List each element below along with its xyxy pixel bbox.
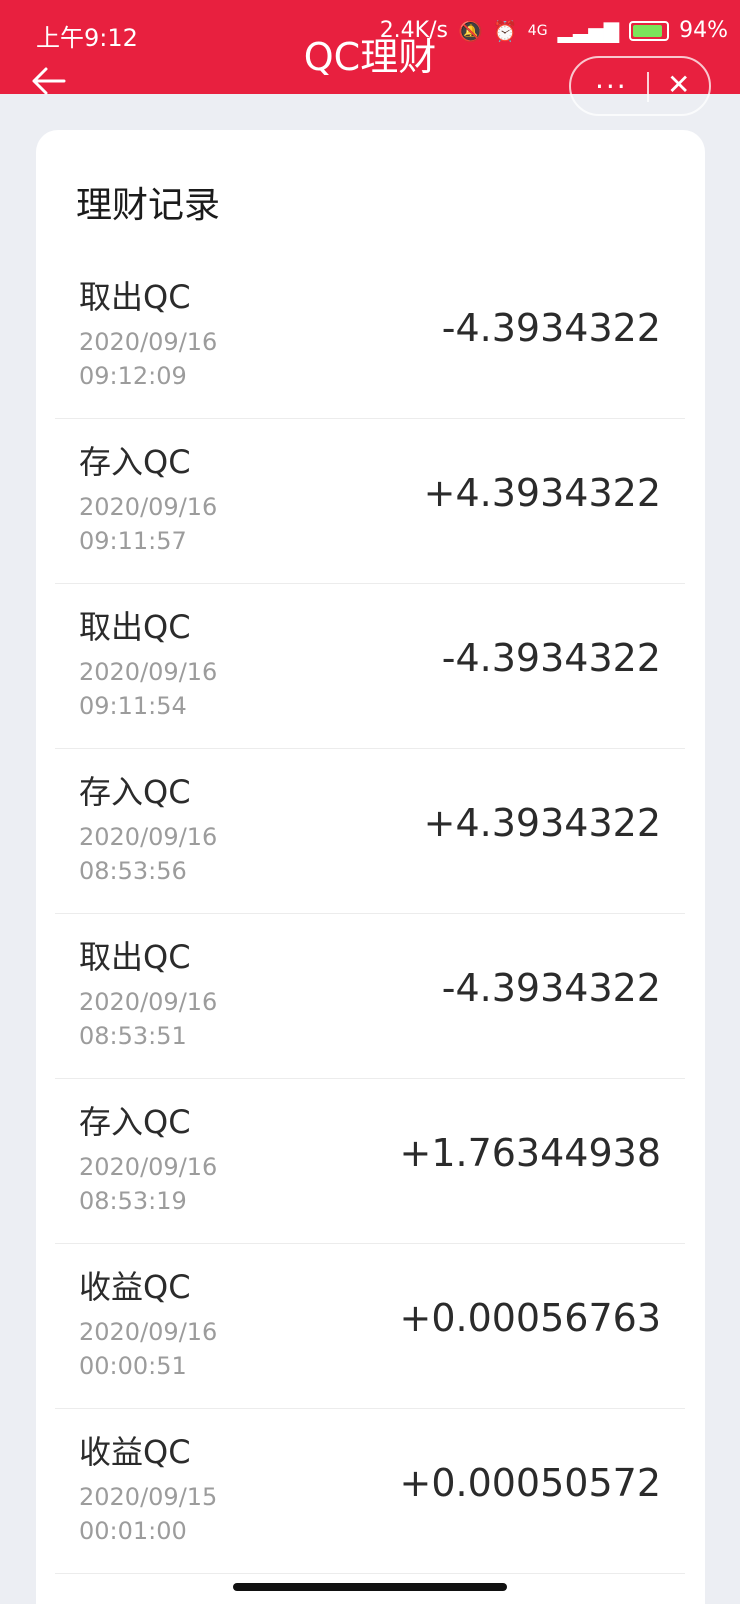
record-type: 收益QC (79, 1433, 191, 1471)
record-time: 09:12:09 (79, 362, 187, 390)
record-type: 收益QC (79, 1268, 191, 1306)
app-header: 上午9:12 2.4K/s 🔕 ⏰ 4G ▂▃▅▇ 94% QC理财 ··· ✕ (0, 0, 740, 116)
record-type: 存入QC (79, 773, 191, 811)
record-row[interactable]: 取出QC 2020/09/16 09:11:54 -4.3934322 (55, 584, 685, 749)
record-date: 2020/09/16 (79, 988, 218, 1016)
record-date: 2020/09/16 (79, 823, 218, 851)
record-time: 00:01:00 (79, 1517, 187, 1545)
record-amount: -4.3934322 (441, 306, 661, 350)
home-indicator[interactable] (233, 1583, 507, 1591)
more-button[interactable]: ··· (595, 70, 628, 103)
record-time: 08:53:51 (79, 1022, 187, 1050)
record-type: 取出QC (79, 608, 191, 646)
records-list: 取出QC 2020/09/16 09:12:09 -4.3934322 存入QC… (55, 254, 685, 1574)
record-amount: -4.3934322 (441, 966, 661, 1010)
record-time: 00:00:51 (79, 1352, 187, 1380)
record-type: 存入QC (79, 1103, 191, 1141)
records-title: 理财记录 (76, 185, 221, 226)
record-type: 取出QC (79, 278, 191, 316)
record-type: 存入QC (79, 443, 191, 481)
record-row[interactable]: 存入QC 2020/09/16 08:53:19 +1.76344938 (55, 1079, 685, 1244)
capsule-divider (647, 72, 649, 102)
records-card: 理财记录 取出QC 2020/09/16 09:12:09 -4.3934322… (36, 130, 705, 1604)
arrow-left-icon[interactable] (30, 66, 66, 96)
record-row[interactable]: 取出QC 2020/09/16 09:12:09 -4.3934322 (55, 254, 685, 419)
record-time: 08:53:19 (79, 1187, 187, 1215)
record-time: 08:53:56 (79, 857, 187, 885)
record-date: 2020/09/15 (79, 1483, 218, 1511)
mini-program-capsule: ··· ✕ (569, 56, 711, 116)
record-date: 2020/09/16 (79, 658, 218, 686)
close-button[interactable]: ✕ (667, 68, 690, 101)
record-date: 2020/09/16 (79, 1318, 218, 1346)
record-amount: -4.3934322 (441, 636, 661, 680)
record-time: 09:11:54 (79, 692, 187, 720)
record-time: 09:11:57 (79, 527, 187, 555)
record-amount: +4.3934322 (423, 801, 661, 845)
record-row[interactable]: 存入QC 2020/09/16 08:53:56 +4.3934322 (55, 749, 685, 914)
record-date: 2020/09/16 (79, 1153, 218, 1181)
record-date: 2020/09/16 (79, 493, 218, 521)
record-amount: +4.3934322 (423, 471, 661, 515)
record-amount: +1.76344938 (399, 1131, 661, 1175)
record-date: 2020/09/16 (79, 328, 218, 356)
record-row[interactable]: 存入QC 2020/09/16 09:11:57 +4.3934322 (55, 419, 685, 584)
record-row[interactable]: 取出QC 2020/09/16 08:53:51 -4.3934322 (55, 914, 685, 1079)
record-type: 取出QC (79, 938, 191, 976)
record-row[interactable]: 收益QC 2020/09/16 00:00:51 +0.00056763 (55, 1244, 685, 1409)
record-row[interactable]: 收益QC 2020/09/15 00:01:00 +0.00050572 (55, 1409, 685, 1574)
record-amount: +0.00056763 (399, 1296, 661, 1340)
record-amount: +0.00050572 (399, 1461, 661, 1505)
